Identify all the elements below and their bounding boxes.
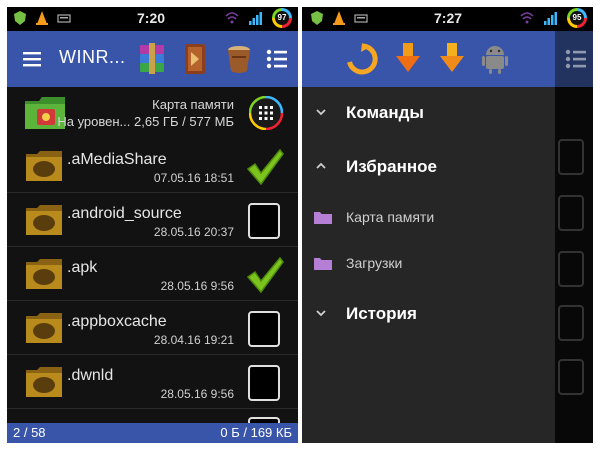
winrar-archive-icon[interactable] — [137, 43, 167, 75]
clock: 7:20 — [137, 10, 166, 26]
toolbar: WINR... — [7, 31, 298, 87]
file-manager-screen: 7:20 97 WINR... Карта памяти На уровен..… — [7, 7, 298, 443]
file-date: 28.05.16 9:56 — [160, 387, 234, 401]
download-arrow-icon[interactable] — [438, 42, 466, 74]
folder-icon — [26, 367, 62, 397]
dimmed-checkbox — [558, 195, 584, 231]
storage-info: На уровен... 2,65 ГБ / 577 МБ — [57, 114, 234, 129]
dimmed-toolbar — [555, 31, 593, 87]
status-footer: 2 / 58 0 Б / 169 КБ — [7, 423, 298, 443]
grid-menu-icon[interactable] — [249, 96, 283, 130]
file-row-partial — [7, 409, 298, 427]
folder-icon — [26, 151, 62, 181]
file-date: 28.05.16 9:56 — [160, 279, 234, 293]
file-row[interactable]: .android_source 28.05.16 20:37 — [7, 193, 298, 247]
battery-level: 97 — [275, 11, 289, 25]
file-name: .dwnld — [67, 367, 114, 384]
android-icon[interactable] — [482, 43, 508, 75]
battery-icon: 97 — [272, 8, 292, 28]
shield-app-icon — [311, 11, 323, 25]
download-archive-icon[interactable] — [394, 42, 422, 74]
wifi-icon — [520, 12, 534, 24]
selection-count: 2 / 58 — [13, 425, 46, 440]
section-label: Избранное — [346, 157, 437, 176]
file-row[interactable]: .apk 28.05.16 9:56 — [7, 247, 298, 301]
list-view-icon — [565, 49, 586, 69]
favorite-item-memory-card[interactable]: Карта памяти — [302, 205, 555, 231]
signal-icon — [544, 12, 557, 25]
dimmed-checkbox — [558, 305, 584, 341]
folder-icon — [26, 259, 62, 289]
clock: 7:27 — [434, 10, 463, 26]
keyboard-icon — [57, 14, 71, 23]
favorite-label: Загрузки — [346, 255, 403, 271]
extract-book-icon[interactable] — [181, 42, 209, 76]
menu-icon[interactable] — [23, 50, 43, 68]
file-name: .appboxcache — [67, 313, 167, 330]
vlc-cone-icon — [333, 11, 345, 25]
section-label: Команды — [346, 103, 424, 122]
status-bar: 7:20 97 — [7, 7, 298, 31]
section-commands[interactable]: Команды — [302, 99, 555, 129]
section-history[interactable]: История — [302, 300, 555, 330]
unchecked-checkbox[interactable] — [248, 365, 280, 401]
checkmark-checked-icon[interactable] — [245, 147, 285, 187]
battery-icon: 95 — [567, 8, 587, 28]
navigation-drawer-screen: 7:27 95 Команды Избранное Карта памяти З… — [302, 7, 593, 443]
storage-row[interactable]: Карта памяти На уровен... 2,65 ГБ / 577 … — [7, 87, 298, 139]
list-view-icon[interactable] — [266, 48, 288, 70]
file-row[interactable]: .aMediaShare 07.05.16 18:51 — [7, 139, 298, 193]
shield-app-icon — [14, 11, 26, 25]
drawer-toolbar — [302, 31, 555, 87]
wifi-icon — [225, 12, 239, 24]
folder-icon — [26, 205, 62, 235]
folder-icon — [26, 313, 62, 343]
checkmark-checked-icon[interactable] — [245, 255, 285, 295]
section-favorites[interactable]: Избранное — [302, 153, 555, 183]
refresh-icon[interactable] — [346, 43, 378, 75]
section-label: История — [346, 304, 417, 323]
file-date: 28.05.16 20:37 — [153, 225, 234, 239]
trash-bucket-icon[interactable] — [225, 44, 253, 74]
file-name: .aMediaShare — [67, 151, 167, 168]
app-title: WINR... — [59, 47, 126, 67]
selection-size: 0 Б / 169 КБ — [220, 425, 292, 440]
battery-level: 95 — [570, 11, 584, 25]
navigation-drawer: Команды Избранное Карта памяти Загрузки … — [302, 31, 555, 443]
file-date: 28.04.16 19:21 — [153, 333, 234, 347]
folder-icon — [314, 258, 332, 270]
dimmed-checkbox — [558, 251, 584, 287]
favorite-item-downloads[interactable]: Загрузки — [302, 251, 555, 277]
unchecked-checkbox[interactable] — [248, 311, 280, 347]
file-name: .android_source — [67, 205, 182, 222]
file-row[interactable]: .dwnld 28.05.16 9:56 — [7, 355, 298, 409]
file-date: 07.05.16 18:51 — [153, 171, 234, 185]
chevron-down-icon — [316, 109, 326, 116]
chevron-up-icon — [316, 162, 326, 169]
file-row[interactable]: .appboxcache 28.04.16 19:21 — [7, 301, 298, 355]
keyboard-icon — [354, 14, 368, 23]
signal-icon — [249, 12, 262, 25]
dimmed-checkbox — [558, 139, 584, 175]
unchecked-checkbox[interactable] — [248, 203, 280, 239]
favorite-label: Карта памяти — [346, 209, 435, 225]
vlc-cone-icon — [36, 11, 48, 25]
chevron-down-icon — [316, 310, 326, 317]
file-name: .apk — [67, 259, 98, 276]
status-bar: 7:27 95 — [302, 7, 593, 31]
storage-title: Карта памяти — [152, 97, 234, 112]
dimmed-checkbox — [558, 359, 584, 395]
folder-icon — [314, 212, 332, 224]
